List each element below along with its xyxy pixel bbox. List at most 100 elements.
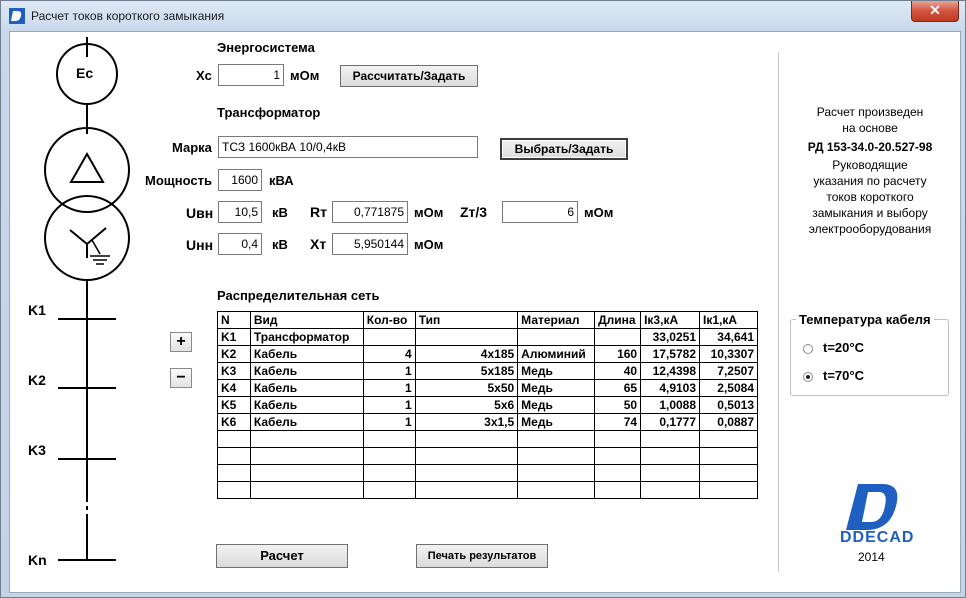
table-cell[interactable]	[414, 447, 519, 465]
xc-input[interactable]: 1	[218, 64, 284, 86]
table-cell[interactable]	[249, 464, 364, 482]
table-cell[interactable]: 5x50	[414, 379, 519, 397]
table-cell[interactable]	[517, 481, 596, 499]
table-cell[interactable]: 160	[594, 345, 642, 363]
table-cell[interactable]	[517, 328, 596, 346]
temp-20-radio[interactable]	[803, 344, 813, 354]
table-cell[interactable]: 40	[594, 362, 642, 380]
network-table[interactable]: N Вид Кол-во Тип Материал Длина Iк3,кА Iк1,кА K1…	[217, 311, 758, 499]
table-cell[interactable]: Трансформатор	[249, 328, 364, 346]
table-cell[interactable]	[699, 430, 758, 448]
table-cell[interactable]: 0,5013	[699, 396, 758, 414]
table-cell[interactable]	[414, 328, 519, 346]
table-cell[interactable]: 2,5084	[699, 379, 758, 397]
table-cell[interactable]: Кабель	[249, 379, 364, 397]
table-cell[interactable]	[362, 481, 416, 499]
table-cell[interactable]	[249, 481, 364, 499]
table-row[interactable]: K1 Трансформатор 33,0251 34,641	[217, 328, 758, 346]
table-cell[interactable]: 1	[362, 413, 416, 431]
xt-input[interactable]: 5,950144	[332, 233, 408, 255]
unn-input[interactable]: 0,4	[218, 233, 262, 255]
uvn-input[interactable]: 10,5	[218, 201, 262, 223]
table-cell[interactable]	[594, 430, 642, 448]
table-cell[interactable]: 1	[362, 396, 416, 414]
table-cell[interactable]: K6	[217, 413, 251, 431]
table-row[interactable]	[217, 447, 758, 465]
table-cell[interactable]: Кабель	[249, 345, 364, 363]
table-cell[interactable]	[594, 447, 642, 465]
table-cell[interactable]: 4	[362, 345, 416, 363]
table-cell[interactable]	[414, 464, 519, 482]
table-cell[interactable]	[217, 447, 251, 465]
table-cell[interactable]: 0,1777	[640, 413, 701, 431]
zt-input[interactable]: 6	[502, 201, 578, 223]
table-cell[interactable]	[640, 464, 701, 482]
table-cell[interactable]	[517, 430, 596, 448]
table-cell[interactable]: 7,2507	[699, 362, 758, 380]
table-cell[interactable]: 74	[594, 413, 642, 431]
table-cell[interactable]	[699, 464, 758, 482]
table-cell[interactable]	[594, 328, 642, 346]
table-cell[interactable]: K1	[217, 328, 251, 346]
table-cell[interactable]: Медь	[517, 362, 596, 380]
title-bar[interactable]: Расчет токов короткого замыкания ✕	[1, 1, 965, 31]
table-cell[interactable]: 33,0251	[640, 328, 701, 346]
table-cell[interactable]: 34,641	[699, 328, 758, 346]
table-cell[interactable]: 1	[362, 379, 416, 397]
table-cell[interactable]	[362, 464, 416, 482]
temp-70-label[interactable]: t=70°C	[823, 368, 864, 383]
table-cell[interactable]: 1	[362, 362, 416, 380]
table-cell[interactable]: 4x185	[414, 345, 519, 363]
table-cell[interactable]	[362, 430, 416, 448]
table-cell[interactable]: 5x185	[414, 362, 519, 380]
table-row[interactable]: K5 Кабель 1 5x6 Медь 50 1,0088 0,5013	[217, 396, 758, 414]
table-row[interactable]: K3 Кабель 1 5x185 Медь 40 12,4398 7,2507	[217, 362, 758, 380]
table-cell[interactable]: K5	[217, 396, 251, 414]
table-cell[interactable]	[217, 464, 251, 482]
temp-70-radio[interactable]	[803, 372, 813, 382]
table-cell[interactable]	[249, 447, 364, 465]
table-cell[interactable]	[517, 447, 596, 465]
table-cell[interactable]: K2	[217, 345, 251, 363]
table-cell[interactable]: 10,3307	[699, 345, 758, 363]
remove-row-button[interactable]: −	[170, 368, 192, 388]
print-results-button[interactable]: Печать результатов	[416, 544, 548, 568]
table-cell[interactable]: 65	[594, 379, 642, 397]
table-cell[interactable]	[594, 464, 642, 482]
power-input[interactable]: 1600	[218, 169, 262, 191]
table-cell[interactable]	[640, 430, 701, 448]
table-cell[interactable]	[517, 464, 596, 482]
table-cell[interactable]	[699, 481, 758, 499]
table-cell[interactable]	[640, 481, 701, 499]
close-button[interactable]: ✕	[911, 1, 959, 22]
table-row[interactable]: K4 Кабель 1 5x50 Медь 65 4,9103 2,5084	[217, 379, 758, 397]
calc-xc-button[interactable]: Рассчитать/Задать	[340, 65, 478, 87]
table-cell[interactable]: 1,0088	[640, 396, 701, 414]
table-row[interactable]	[217, 464, 758, 482]
calculate-button[interactable]: Расчет	[216, 544, 348, 568]
brand-input[interactable]: ТСЗ 1600кВА 10/0,4кВ	[218, 136, 478, 158]
table-cell[interactable]: Медь	[517, 396, 596, 414]
table-cell[interactable]	[640, 447, 701, 465]
table-cell[interactable]: K3	[217, 362, 251, 380]
table-cell[interactable]	[362, 447, 416, 465]
table-cell[interactable]: Кабель	[249, 362, 364, 380]
table-cell[interactable]	[594, 481, 642, 499]
table-cell[interactable]: 0,0887	[699, 413, 758, 431]
table-cell[interactable]: 12,4398	[640, 362, 701, 380]
table-cell[interactable]: 17,5782	[640, 345, 701, 363]
table-row[interactable]: K6 Кабель 1 3x1,5 Медь 74 0,1777 0,0887	[217, 413, 758, 431]
temp-20-label[interactable]: t=20°C	[823, 340, 864, 355]
table-cell[interactable]	[414, 430, 519, 448]
table-row[interactable]	[217, 481, 758, 499]
table-cell[interactable]: Алюминий	[517, 345, 596, 363]
table-row[interactable]	[217, 430, 758, 448]
table-row[interactable]: K2 Кабель 4 4x185 Алюминий 160 17,5782 10,3307	[217, 345, 758, 363]
table-cell[interactable]	[362, 328, 416, 346]
table-cell[interactable]: Медь	[517, 379, 596, 397]
table-cell[interactable]: 50	[594, 396, 642, 414]
select-transformer-button[interactable]: Выбрать/Задать	[500, 138, 628, 160]
table-cell[interactable]: Кабель	[249, 413, 364, 431]
add-row-button[interactable]: +	[170, 332, 192, 352]
table-cell[interactable]: Кабель	[249, 396, 364, 414]
